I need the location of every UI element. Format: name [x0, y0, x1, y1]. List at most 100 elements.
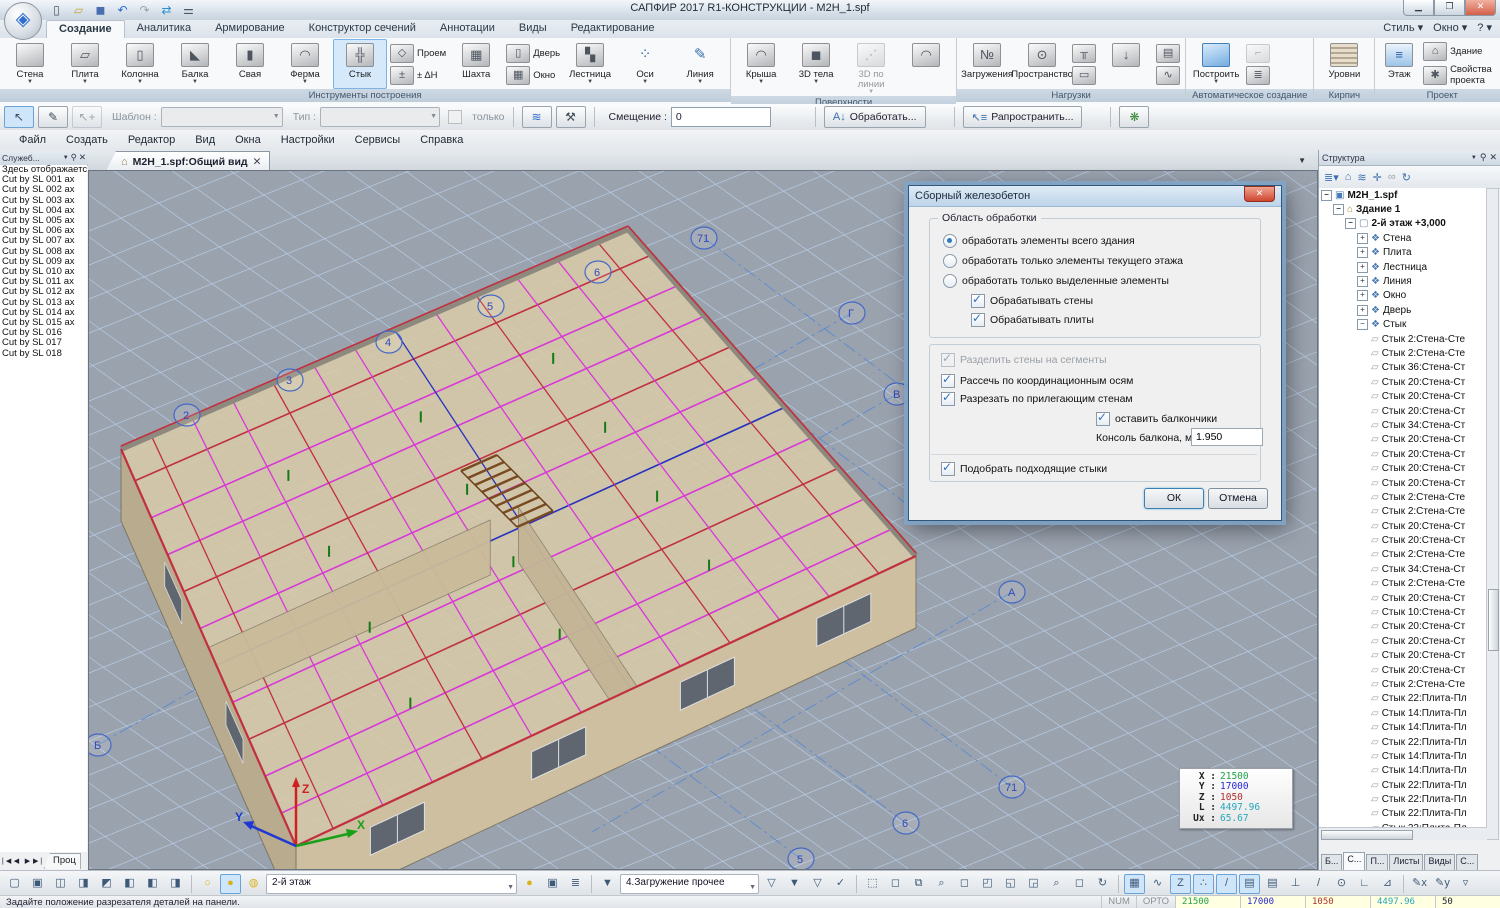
radio-selected-elements[interactable]: обработать только выделенные элементы	[943, 274, 1169, 288]
window-save-icon[interactable]: ◨	[73, 874, 94, 894]
tree-category-Линия[interactable]: +❖Линия	[1319, 274, 1487, 288]
sketch-y-icon[interactable]: ✎y	[1432, 874, 1453, 894]
panel-tab-П...[interactable]: П...	[1366, 854, 1388, 870]
nav-last-icon[interactable]: ▶❘	[33, 857, 44, 865]
cube-cut-icon[interactable]: ◰	[977, 874, 998, 894]
perp-icon[interactable]: ∟	[1354, 874, 1375, 894]
ribbon-tab-Конструктор сечений[interactable]: Конструктор сечений	[297, 20, 428, 38]
tool-Колонна[interactable]: ▯Колонна▼	[113, 39, 167, 89]
tool-Окно[interactable]: ▦Окно	[506, 66, 560, 85]
tree-joint-item[interactable]: ▱Стык 22:Плита-Пл	[1319, 692, 1487, 706]
cube-iso-icon[interactable]: ◲	[1023, 874, 1044, 894]
cancel-button[interactable]: Отмена	[1208, 488, 1268, 509]
check-process-slabs[interactable]: Обрабатывать плиты	[971, 313, 1094, 327]
tree-joint-item[interactable]: ▱Стык 2:Стена-Сте	[1319, 505, 1487, 519]
apply-check-icon[interactable]: ✓	[830, 874, 851, 894]
layers-icon[interactable]: ≣	[565, 874, 586, 894]
ribbon-tab-Виды[interactable]: Виды	[507, 20, 559, 38]
ok-button[interactable]: ОК	[1144, 488, 1204, 509]
tree-expander-icon[interactable]: +	[1357, 262, 1368, 273]
tree-joint-item[interactable]: ▱Стык 22:Плита-Пл	[1319, 735, 1487, 749]
tree-joint-item[interactable]: ▱Стык 20:Стена-Ст	[1319, 519, 1487, 533]
tree-category-Плита[interactable]: +❖Плита	[1319, 246, 1487, 260]
menu-Справка[interactable]: Справка	[411, 132, 472, 148]
ribbon-tab-Аннотации[interactable]: Аннотации	[428, 20, 507, 38]
line-snap-icon[interactable]: /	[1216, 874, 1237, 894]
ribbon-tab-Аналитика[interactable]: Аналитика	[125, 20, 203, 38]
tree-category-Окно[interactable]: +❖Окно	[1319, 289, 1487, 303]
tree-expander-icon[interactable]: −	[1357, 319, 1368, 330]
list-item[interactable]: Cut by SL 018	[0, 349, 87, 359]
menu-Стиль[interactable]: Стиль ▾	[1383, 21, 1423, 34]
tool-force-icon[interactable]: ↓	[1099, 39, 1153, 89]
view-model-gray-icon[interactable]: ◨	[165, 874, 186, 894]
type-combo[interactable]: ▼	[320, 107, 440, 127]
z-snap-icon[interactable]: Z	[1170, 874, 1191, 894]
rotate-icon[interactable]: ↻	[1092, 874, 1113, 894]
tree-joint-item[interactable]: ▱Стык 2:Стена-Сте	[1319, 346, 1487, 360]
tool-Пространство[interactable]: ⊙Пространство	[1015, 39, 1069, 89]
tool-Построить[interactable]: Построить▼	[1189, 39, 1243, 89]
tree-joint-item[interactable]: ▱Стык 14:Плита-Пл	[1319, 706, 1487, 720]
dialog-title-bar[interactable]: Сборный железобетон ✕	[909, 186, 1281, 207]
process-button[interactable]: A↓ Обработать...	[824, 106, 926, 128]
book-icon[interactable]: ▤	[1239, 874, 1260, 894]
ribbon-tab-Редактирование[interactable]: Редактирование	[559, 20, 667, 38]
tree-expander-icon[interactable]: +	[1357, 233, 1368, 244]
panel-menu-icon[interactable]: ▼	[1471, 155, 1477, 161]
spread-button[interactable]: ↖≡ Рапространить...	[963, 106, 1083, 128]
tree-joint-item[interactable]: ▱Стык 36:Стена-Ст	[1319, 361, 1487, 375]
lamp2-icon[interactable]: ●	[519, 874, 540, 894]
tool-load-group-icon[interactable]: ╥	[1072, 44, 1096, 63]
panel-menu-icon[interactable]: ▼	[63, 155, 69, 161]
pin-icon[interactable]: ⚲	[71, 152, 77, 163]
check-process-walls[interactable]: Обрабатывать стены	[971, 294, 1093, 308]
dialog-close-icon[interactable]: ✕	[1244, 186, 1275, 202]
only-checkbox[interactable]	[448, 110, 462, 124]
tools-button[interactable]: ⚒	[556, 106, 586, 128]
nav-first-icon[interactable]: ❘◀	[0, 857, 11, 865]
tree-joint-item[interactable]: ▱Стык 20:Стена-Ст	[1319, 663, 1487, 677]
tree-category-joint[interactable]: −❖Стык	[1319, 318, 1487, 332]
view-model-green-icon[interactable]: ◧	[142, 874, 163, 894]
find-icon[interactable]: ∞	[1388, 171, 1396, 183]
database-button[interactable]: ≋	[522, 106, 552, 128]
menu-Редактор[interactable]: Редактор	[119, 132, 184, 148]
overflow-icon[interactable]: ▿	[1455, 874, 1476, 894]
open-file-icon[interactable]: ▱	[70, 2, 87, 18]
tool-dome-icon[interactable]: ◠	[899, 39, 953, 96]
point-snap-icon[interactable]: ∴	[1193, 874, 1214, 894]
settings-box-button[interactable]: ❋	[1119, 106, 1149, 128]
tool-Оси[interactable]: ⁘Оси▼	[618, 39, 672, 89]
tree-vscrollbar[interactable]	[1486, 188, 1499, 840]
tool-Свая[interactable]: ▮Свая	[223, 39, 277, 89]
radio-current-floor[interactable]: обработать только элементы текущего этаж…	[943, 254, 1183, 268]
tree-expander-icon[interactable]: −	[1345, 218, 1356, 229]
maximize-button[interactable]: ❐	[1434, 0, 1465, 16]
tree-joint-item[interactable]: ▱Стык 10:Стена-Ст	[1319, 605, 1487, 619]
tool-Балка[interactable]: ◣Балка▼	[168, 39, 222, 89]
window-settings-icon[interactable]: ◩	[96, 874, 117, 894]
draw-tool-button[interactable]: ✎	[38, 106, 68, 128]
minimize-button[interactable]: ▁	[1403, 0, 1434, 16]
panel-close-icon[interactable]: ✕	[79, 152, 86, 163]
menu-Вид[interactable]: Вид	[186, 132, 224, 148]
menu-Окно[interactable]: Окно ▾	[1433, 21, 1467, 34]
slope-snap-icon[interactable]: ∿	[1147, 874, 1168, 894]
tree-category-Стена[interactable]: +❖Стена	[1319, 231, 1487, 245]
close-button[interactable]: ✕	[1465, 0, 1496, 16]
check-cut-by-walls[interactable]: Разрезать по прилегающим стенам	[941, 392, 1133, 406]
redo-icon[interactable]: ↷ ▾	[136, 2, 153, 18]
cube-frame-icon[interactable]: ◻	[1069, 874, 1090, 894]
tree-joint-item[interactable]: ▱Стык 22:Плита-Пл	[1319, 778, 1487, 792]
floor-select[interactable]: 2-й этаж▼	[266, 874, 517, 894]
stamp-icon[interactable]: ⊥	[1285, 874, 1306, 894]
tree-joint-item[interactable]: ▱Стык 22:Плита-Пл	[1319, 792, 1487, 806]
nav-next-icon[interactable]: ▶	[22, 857, 33, 865]
center-icon[interactable]: ⊙	[1331, 874, 1352, 894]
tool-± ΔН[interactable]: ±± ΔН	[390, 66, 446, 85]
process-tab[interactable]: Проц	[44, 853, 81, 869]
tool-stack-icon[interactable]: ≣	[1246, 66, 1270, 85]
tree-joint-item[interactable]: ▱Стык 14:Плита-Пл	[1319, 720, 1487, 734]
nav-prev-icon[interactable]: ◀	[11, 857, 22, 865]
